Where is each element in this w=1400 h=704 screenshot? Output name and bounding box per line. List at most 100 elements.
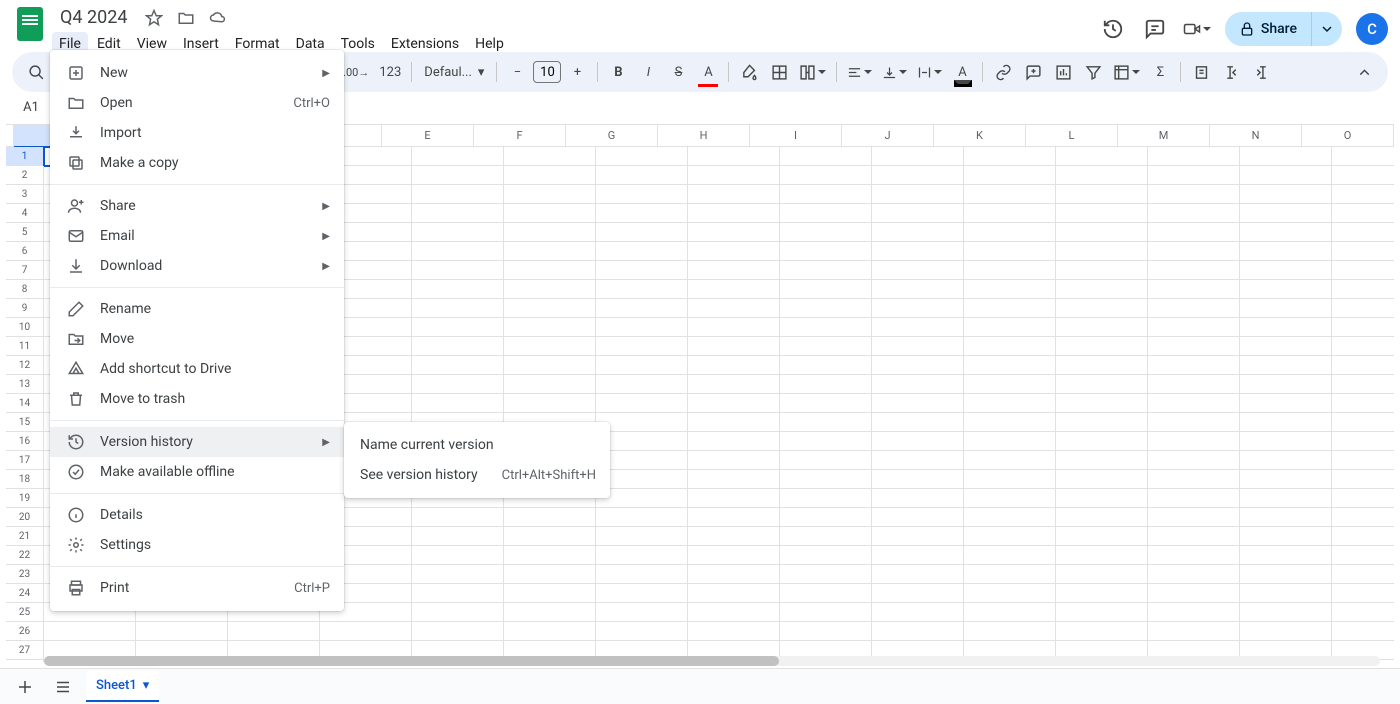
cell[interactable] [688, 413, 780, 432]
cell[interactable] [872, 565, 964, 584]
cell[interactable] [1332, 337, 1394, 356]
cell[interactable] [1240, 318, 1332, 337]
cell[interactable] [1148, 280, 1240, 299]
cell[interactable] [1056, 489, 1148, 508]
cell[interactable] [504, 261, 596, 280]
cell[interactable] [1240, 242, 1332, 261]
cell[interactable] [1148, 223, 1240, 242]
cell[interactable] [1056, 603, 1148, 622]
functions-button[interactable]: Σ [1146, 58, 1174, 86]
star-icon[interactable] [145, 9, 163, 27]
cell[interactable] [596, 337, 688, 356]
cell[interactable] [1056, 166, 1148, 185]
cell[interactable] [596, 394, 688, 413]
cell[interactable] [596, 622, 688, 641]
cell[interactable] [1056, 432, 1148, 451]
row-header[interactable]: 17 [6, 451, 44, 470]
cell[interactable] [1240, 565, 1332, 584]
number-format-button[interactable]: 123 [375, 58, 405, 86]
cell[interactable] [688, 394, 780, 413]
cell[interactable] [412, 223, 504, 242]
cell[interactable] [504, 565, 596, 584]
cell[interactable] [780, 546, 872, 565]
cell[interactable] [1056, 261, 1148, 280]
cell[interactable] [596, 299, 688, 318]
sheet-tab[interactable]: Sheet1 ▾ [86, 671, 159, 702]
cell[interactable] [504, 546, 596, 565]
cell[interactable] [1240, 527, 1332, 546]
menu-item-make-available-offline[interactable]: Make available offline [50, 457, 344, 487]
cell[interactable] [1240, 508, 1332, 527]
fill-color-button[interactable] [735, 58, 763, 86]
cell[interactable] [1148, 432, 1240, 451]
row-header[interactable]: 2 [6, 166, 44, 185]
cell[interactable] [504, 584, 596, 603]
cell[interactable] [1332, 489, 1394, 508]
cell[interactable] [1148, 565, 1240, 584]
cell[interactable] [412, 166, 504, 185]
row-header[interactable]: 15 [6, 413, 44, 432]
cell[interactable] [872, 185, 964, 204]
all-sheets-button[interactable] [48, 672, 78, 702]
cell[interactable] [1332, 147, 1394, 166]
row-header[interactable]: 12 [6, 356, 44, 375]
cell[interactable] [964, 432, 1056, 451]
cell[interactable] [964, 413, 1056, 432]
cell[interactable] [780, 147, 872, 166]
cell[interactable] [780, 508, 872, 527]
cell[interactable] [1056, 299, 1148, 318]
column-header[interactable]: J [842, 125, 934, 147]
cell[interactable] [872, 166, 964, 185]
cell[interactable] [412, 280, 504, 299]
cell[interactable] [504, 375, 596, 394]
menu-item-add-shortcut-to-drive[interactable]: Add shortcut to Drive [50, 354, 344, 384]
cell[interactable] [1240, 489, 1332, 508]
menu-item-version-history[interactable]: Version history▶ [50, 427, 344, 457]
cell[interactable] [964, 470, 1056, 489]
row-header[interactable]: 14 [6, 394, 44, 413]
cell[interactable] [504, 223, 596, 242]
row-header[interactable]: 19 [6, 489, 44, 508]
submenu-item-see-version-history[interactable]: See version historyCtrl+Alt+Shift+H [344, 460, 610, 490]
cell[interactable] [964, 527, 1056, 546]
cell[interactable] [1148, 508, 1240, 527]
cell[interactable] [688, 603, 780, 622]
cell[interactable] [1240, 337, 1332, 356]
cell[interactable] [1056, 185, 1148, 204]
strikethrough-button[interactable]: S [664, 58, 692, 86]
move-folder-icon[interactable] [177, 9, 195, 27]
cell[interactable] [964, 584, 1056, 603]
cell[interactable] [964, 451, 1056, 470]
cell[interactable] [596, 204, 688, 223]
cell[interactable] [780, 565, 872, 584]
cell[interactable] [872, 527, 964, 546]
cell[interactable] [872, 546, 964, 565]
menu-item-share[interactable]: Share▶ [50, 191, 344, 221]
cell[interactable] [964, 280, 1056, 299]
cell[interactable] [1148, 394, 1240, 413]
history-icon[interactable] [1099, 15, 1127, 43]
cell[interactable] [1240, 356, 1332, 375]
cell[interactable] [688, 432, 780, 451]
cell[interactable] [1332, 318, 1394, 337]
cell[interactable] [688, 546, 780, 565]
cell[interactable] [1056, 508, 1148, 527]
cell[interactable] [1056, 622, 1148, 641]
row-header[interactable]: 4 [6, 204, 44, 223]
menu-item-print[interactable]: PrintCtrl+P [50, 573, 344, 603]
cell[interactable] [688, 584, 780, 603]
cell[interactable] [1332, 356, 1394, 375]
cell[interactable] [964, 204, 1056, 223]
cell[interactable] [1148, 451, 1240, 470]
cell[interactable] [412, 337, 504, 356]
cell[interactable] [504, 622, 596, 641]
link-button[interactable] [989, 58, 1017, 86]
cell[interactable] [780, 432, 872, 451]
cell[interactable] [412, 185, 504, 204]
cell[interactable] [872, 147, 964, 166]
cell[interactable] [1332, 470, 1394, 489]
cell[interactable] [1240, 584, 1332, 603]
cell[interactable] [872, 432, 964, 451]
font-size-input[interactable]: 10 [533, 61, 561, 83]
cell[interactable] [1056, 242, 1148, 261]
